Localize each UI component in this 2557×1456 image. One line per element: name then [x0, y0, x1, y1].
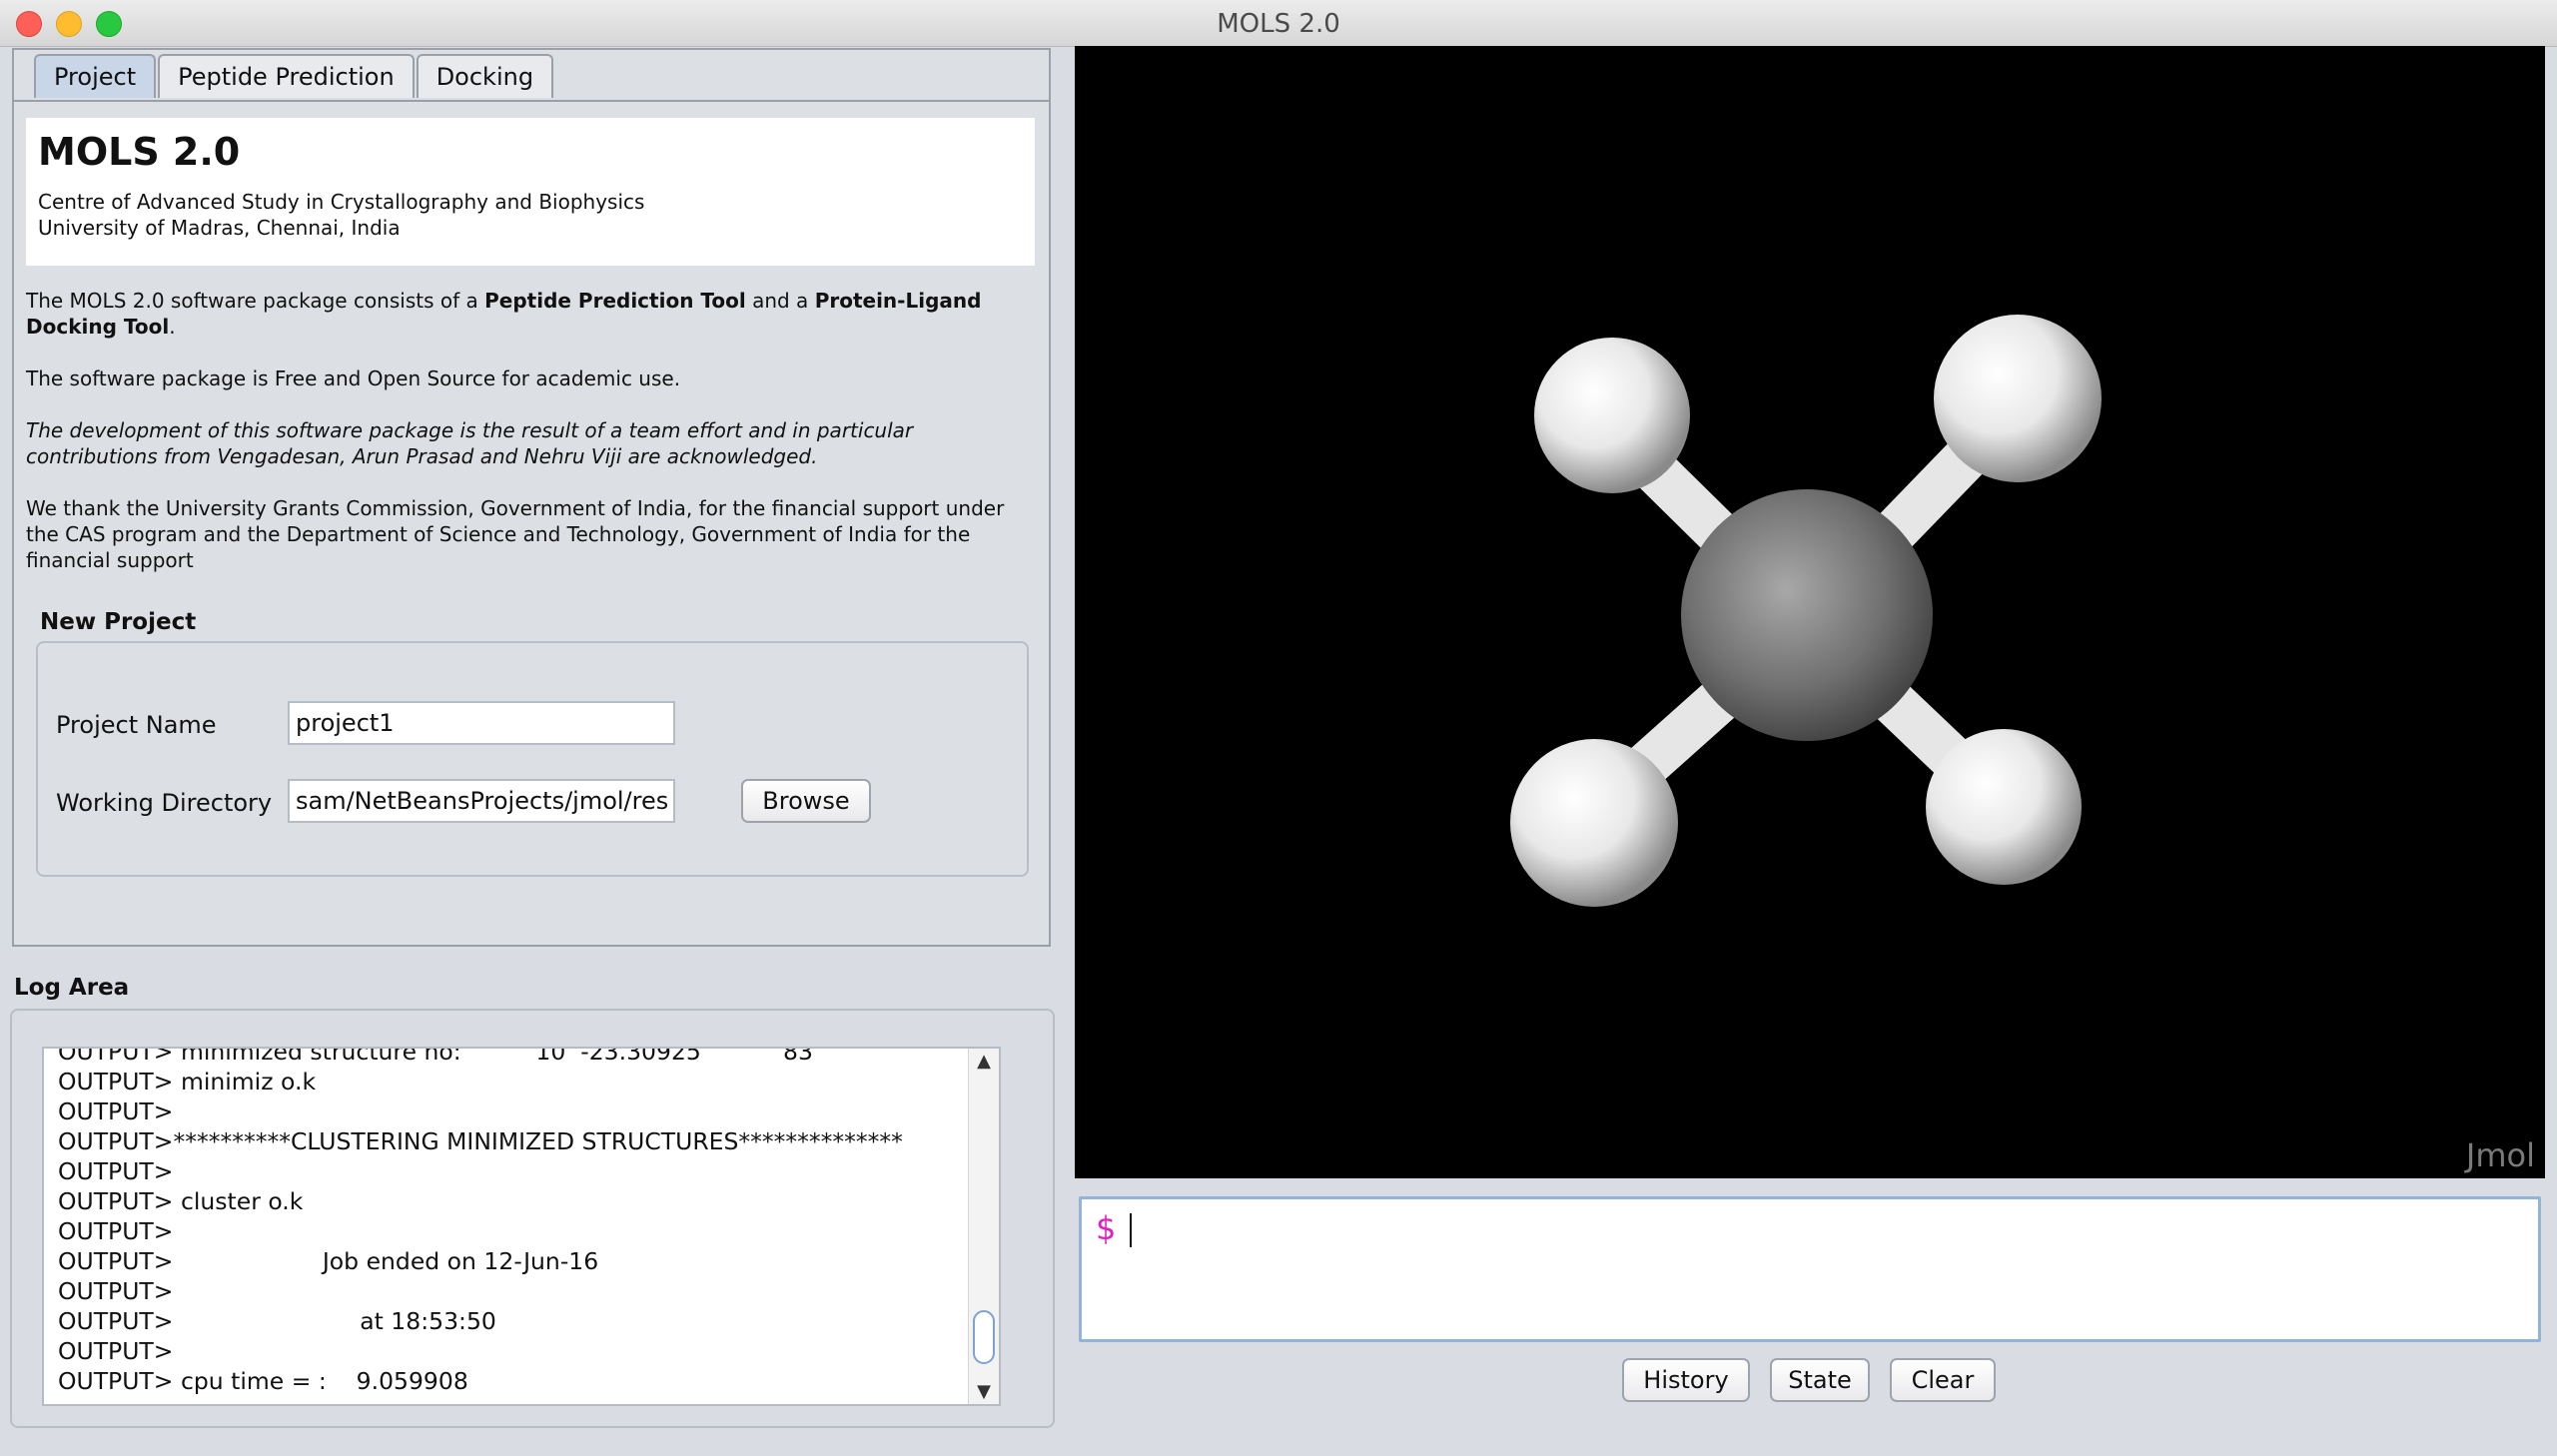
- app-title: MOLS 2.0: [38, 130, 241, 174]
- tab-project[interactable]: Project: [34, 54, 157, 98]
- description-paragraph-2: The software package is Free and Open So…: [26, 366, 681, 390]
- app-header: MOLS 2.0 Centre of Advanced Study in Cry…: [26, 118, 1035, 266]
- desc-bold-peptide: Peptide Prediction Tool: [484, 289, 746, 313]
- log-line: OUTPUT>: [58, 1337, 174, 1365]
- institute-line: Centre of Advanced Study in Crystallogra…: [38, 190, 645, 214]
- carbon-atom: [1681, 489, 1933, 741]
- jmol-viewer[interactable]: Jmol: [1075, 46, 2545, 1178]
- tab-bar: Project Peptide Prediction Docking: [34, 54, 555, 100]
- window-title: MOLS 2.0: [1217, 9, 1340, 39]
- history-button[interactable]: History: [1622, 1358, 1750, 1402]
- log-line: OUTPUT>: [58, 1157, 174, 1185]
- log-line: OUTPUT> minimized structure no: 10 -23.3…: [58, 1047, 813, 1066]
- script-console[interactable]: $: [1079, 1196, 2541, 1342]
- project-name-label: Project Name: [56, 711, 217, 739]
- desc-text: .: [169, 315, 176, 339]
- hydrogen-atom: [1510, 739, 1678, 907]
- scroll-down-icon[interactable]: ▼: [969, 1381, 999, 1402]
- tab-docking[interactable]: Docking: [416, 54, 554, 98]
- new-project-title: New Project: [40, 609, 197, 635]
- log-line: OUTPUT> cluster o.k: [58, 1187, 304, 1215]
- working-directory-label: Working Directory: [56, 789, 273, 817]
- browse-button[interactable]: Browse: [741, 779, 871, 823]
- log-scrollbar[interactable]: ▲ ▼: [968, 1049, 999, 1404]
- log-line: OUTPUT> minimiz o.k: [58, 1068, 317, 1095]
- log-lines: OUTPUT> minimized structure no: 10 -23.3…: [58, 1047, 903, 1396]
- log-line: OUTPUT>**********CLUSTERING MINIMIZED ST…: [58, 1127, 903, 1155]
- log-line: OUTPUT>: [58, 1097, 174, 1125]
- methane-molecule: [1510, 315, 2102, 907]
- log-area: OUTPUT> minimized structure no: 10 -23.3…: [10, 1009, 1055, 1428]
- log-line: OUTPUT> cpu time = : 9.059908: [58, 1367, 468, 1395]
- jmol-watermark: Jmol: [2465, 1136, 2535, 1174]
- log-line: OUTPUT> Job ended on 12-Jun-16: [58, 1247, 599, 1275]
- desc-text: and a: [745, 289, 815, 313]
- tab-peptide-prediction[interactable]: Peptide Prediction: [158, 54, 415, 98]
- log-line: OUTPUT>: [58, 1277, 174, 1305]
- university-line: University of Madras, Chennai, India: [38, 216, 401, 240]
- description-paragraph-1: The MOLS 2.0 software package consists o…: [26, 288, 1025, 340]
- project-panel: Project Peptide Prediction Docking MOLS …: [12, 48, 1051, 947]
- title-bar: MOLS 2.0: [0, 0, 2557, 47]
- new-project-group: Project Name project1 Working Directory …: [36, 641, 1029, 877]
- hydrogen-atom: [1926, 729, 2082, 885]
- text-cursor: [1130, 1213, 1132, 1247]
- tab-divider: [14, 100, 1049, 102]
- log-text-area[interactable]: OUTPUT> minimized structure no: 10 -23.3…: [42, 1047, 1001, 1406]
- desc-text: The MOLS 2.0 software package consists o…: [26, 289, 485, 313]
- log-area-title: Log Area: [14, 975, 130, 1001]
- project-name-input[interactable]: project1: [288, 701, 675, 745]
- description-paragraph-3: The development of this software package…: [26, 418, 914, 468]
- state-button[interactable]: State: [1770, 1358, 1870, 1402]
- log-line: OUTPUT> at 18:53:50: [58, 1307, 496, 1335]
- hydrogen-atom: [1534, 338, 1690, 493]
- clear-button[interactable]: Clear: [1890, 1358, 1996, 1402]
- scroll-thumb[interactable]: [973, 1310, 995, 1364]
- hydrogen-atom: [1934, 315, 2102, 482]
- description-paragraph-4: We thank the University Grants Commissio…: [26, 496, 1005, 572]
- console-prompt: $: [1096, 1209, 1117, 1247]
- scroll-up-icon[interactable]: ▲: [969, 1051, 999, 1072]
- log-line: OUTPUT>: [58, 1217, 174, 1245]
- working-directory-input[interactable]: sam/NetBeansProjects/jmol/res: [288, 779, 675, 823]
